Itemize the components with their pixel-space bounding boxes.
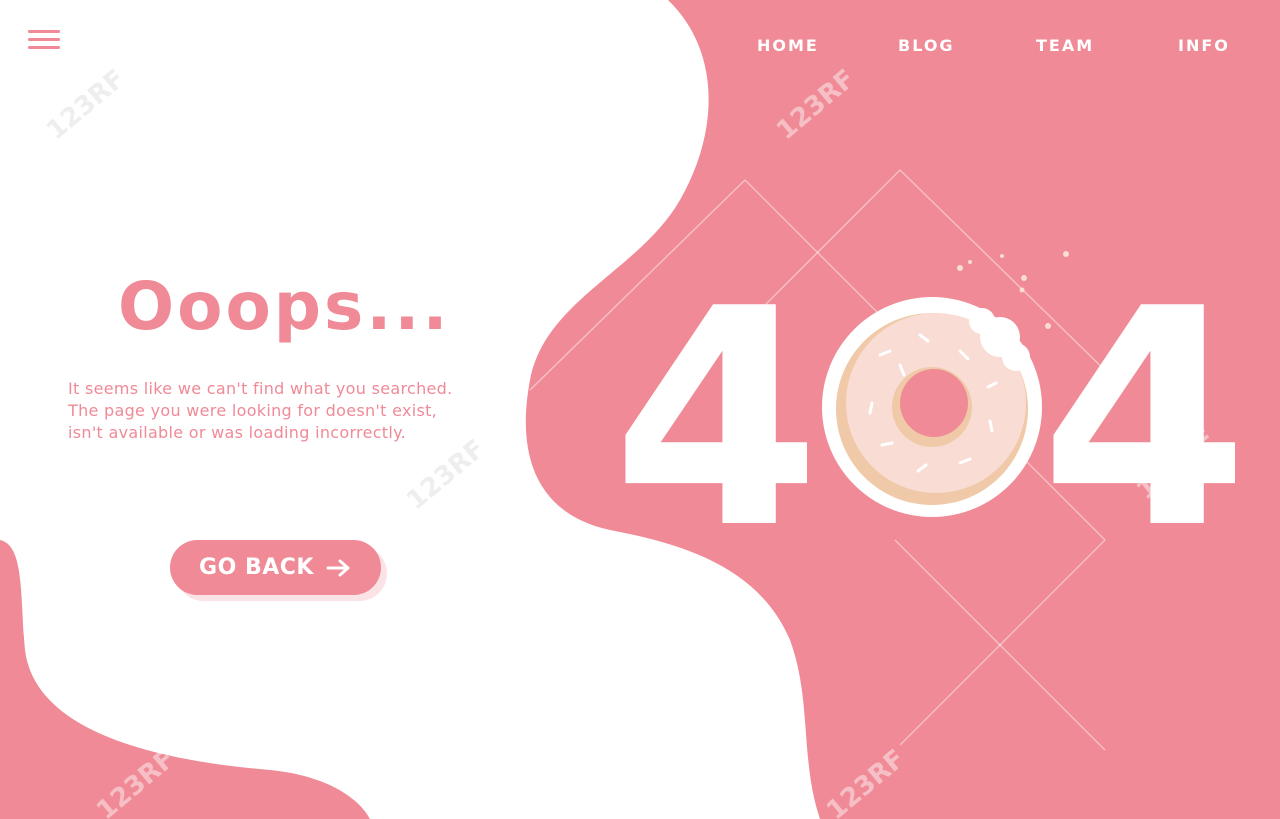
page-root: HOME BLOG TEAM INFO Ooops... It seems li…: [0, 0, 1280, 819]
error-digit-right: 4: [1040, 245, 1249, 594]
error-code-art: 4 4: [0, 0, 1280, 819]
error-digit-left: 4: [612, 245, 821, 594]
